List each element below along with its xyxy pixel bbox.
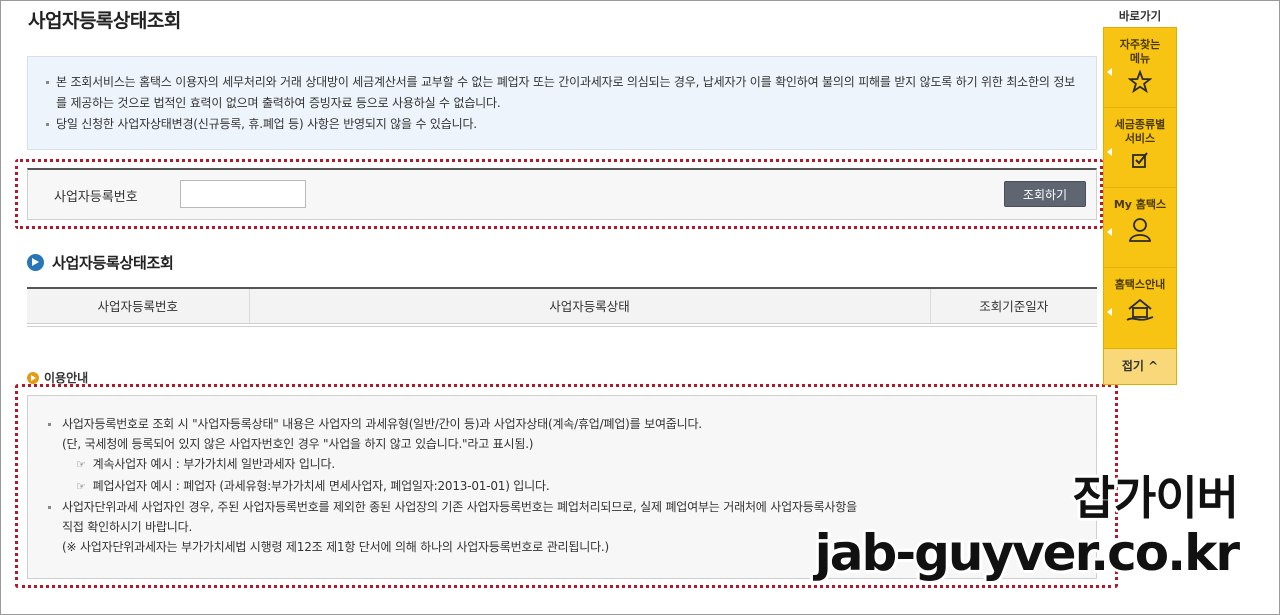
quick-links-title: 바로가기 (1103, 5, 1177, 27)
pointing-hand-icon: ☞ (76, 458, 86, 472)
guide-subtext: (단, 국세청에 등록되어 있지 않은 사업자번호인 경우 "사업을 하지 않고… (62, 437, 534, 452)
column-header: 사업자등록번호 (27, 288, 249, 324)
table-row (27, 323, 1097, 327)
quick-item-hometax-guide[interactable]: 홈택스안내 (1104, 268, 1176, 348)
quick-item-label: 서비스 (1124, 132, 1156, 145)
result-section-title: 사업자등록상태조회 (52, 254, 174, 272)
watermark-url: jab-guyver.co.kr (814, 524, 1240, 582)
guide-example-text: 폐업사업자 예시 : 폐업자 (과세유형:부가가치세 면세사업자, 폐업일자:2… (92, 478, 550, 493)
search-button[interactable]: 조회하기 (1004, 181, 1086, 207)
notice-item: 본 조회서비스는 홈택스 이용자의 세무처리와 거래 상대방이 세금계산서를 교… (46, 72, 1078, 114)
notice-item: 당일 신청한 사업자상태변경(신규등록, 휴.폐업 등) 사항은 반영되지 않을… (46, 114, 1078, 135)
fold-button[interactable]: 접기 ^ (1103, 349, 1177, 385)
guide-item: 사업자등록번호로 조회 시 "사업자등록상태" 내용은 사업자의 과세유형(일반… (48, 414, 1076, 434)
pointing-hand-icon: ☞ (76, 479, 86, 493)
result-section-header: 사업자등록상태조회 (27, 252, 174, 273)
quick-item-tax-services[interactable]: 세금종류별 서비스 (1104, 108, 1176, 188)
star-icon (1128, 70, 1152, 94)
guide-example: ☞ 폐업사업자 예시 : 폐업자 (과세유형:부가가치세 면세사업자, 폐업일자… (48, 476, 1076, 497)
page-title: 사업자등록상태조회 (28, 10, 181, 32)
quick-item-my-hometax[interactable]: My 홈택스 (1104, 188, 1176, 268)
watermark-korean: 잡가이버 (1072, 471, 1239, 525)
guide-example: ☞ 계속사업자 예시 : 부가가치세 일반과세자 입니다. (48, 454, 1076, 475)
column-header: 사업자등록상태 (248, 288, 930, 324)
quick-item-label: My 홈택스 (1113, 198, 1167, 211)
search-form: 사업자등록번호 조회하기 (27, 168, 1097, 220)
house-hand-icon (1126, 298, 1154, 321)
checkbox-icon (1132, 152, 1148, 168)
triangle-left-icon (1107, 308, 1112, 316)
person-icon (1128, 218, 1152, 242)
arrow-right-icon (27, 254, 44, 271)
quick-links: 바로가기 자주찾는 메뉴 세금종류별 서비스 My 홈택스 홈택스안내 접기 ^ (1103, 5, 1177, 385)
quick-item-label: 메뉴 (1129, 52, 1151, 65)
quick-item-label: 홈택스안내 (1114, 278, 1166, 291)
quick-links-panel: 자주찾는 메뉴 세금종류별 서비스 My 홈택스 홈택스안내 (1103, 27, 1177, 349)
guide-example-text: 계속사업자 예시 : 부가가치세 일반과세자 입니다. (92, 457, 336, 472)
triangle-left-icon (1107, 228, 1112, 236)
guide-item: 사업자단위과세 사업자인 경우, 주된 사업자등록번호를 제외한 종된 사업장의… (48, 497, 1076, 517)
quick-item-favorite-menu[interactable]: 자주찾는 메뉴 (1104, 28, 1176, 108)
info-bullet-icon (27, 371, 39, 384)
search-label: 사업자등록번호 (54, 190, 138, 205)
notice-box: 본 조회서비스는 홈택스 이용자의 세무처리와 거래 상대방이 세금계산서를 교… (27, 56, 1097, 150)
quick-item-label: 자주찾는 (1119, 38, 1161, 51)
triangle-left-icon (1107, 148, 1112, 156)
triangle-left-icon (1107, 68, 1112, 76)
quick-item-label: 세금종류별 (1114, 118, 1166, 131)
column-header: 조회기준일자 (929, 288, 1097, 324)
business-number-input[interactable] (180, 180, 306, 208)
result-table: 사업자등록번호 사업자등록상태 조회기준일자 (27, 287, 1097, 327)
